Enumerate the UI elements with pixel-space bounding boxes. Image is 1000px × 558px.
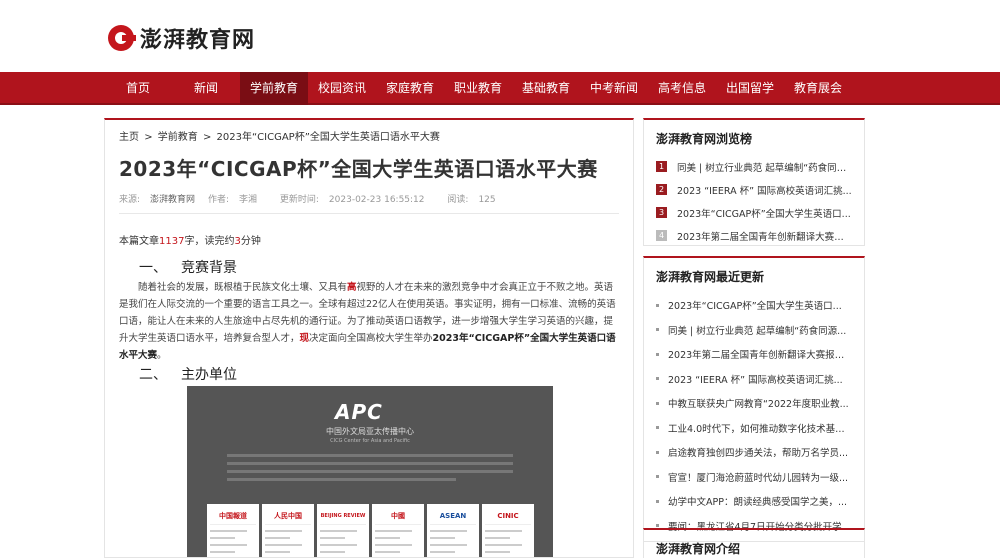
latest-panel: 澎湃教育网最近更新 2023年“CICGAP杯”全国大学生英语口... 同美 |…	[643, 256, 865, 542]
reading-stats: 本篇文章1137字，读完约3分钟	[119, 236, 261, 247]
intro-title: 澎湃教育网介绍	[656, 542, 741, 556]
article-reads: 125	[478, 195, 496, 205]
latest-item[interactable]: 2023年“CICGAP杯”全国大学生英语口...	[656, 293, 852, 318]
article-author: 李湘	[238, 195, 257, 205]
article-time: 2023-02-23 16:55:12	[328, 195, 425, 205]
article-paragraph: 随着社会的发展，既根植于民族文化土壤、又具有高视野的人才在未来的激烈竞争中才会真…	[119, 282, 616, 361]
char-count: 1137	[159, 236, 185, 247]
ranking-item[interactable]: 3 2023年“CICGAP杯”全国大学生英语口...	[656, 201, 852, 224]
nav-item-vocational[interactable]: 职业教育	[444, 72, 512, 105]
nav-item-campus[interactable]: 校园资讯	[308, 72, 376, 105]
breadcrumb-current: 2023年“CICGAP杯”全国大学生英语口语水平大赛	[216, 132, 440, 143]
nav-item-basic[interactable]: 基础教育	[512, 72, 580, 105]
organizer-poster-image: APC 中国外文局亚太传播中心 CICG Center for Asia and…	[187, 386, 553, 557]
article-title: 2023年“CICGAP杯”全国大学生英语口语水平大赛	[119, 157, 598, 181]
poster-card: 人民中国	[262, 504, 314, 557]
breadcrumb-sep: >	[202, 132, 212, 143]
apc-logo: APC	[335, 400, 383, 424]
nav-item-expo[interactable]: 教育展会	[784, 72, 852, 105]
poster-card: 中國	[372, 504, 424, 557]
article-meta: 来源: 澎湃教育网 作者: 李湘 更新时间: 2023-02-23 16:55:12 …	[119, 192, 619, 214]
latest-item[interactable]: 工业4.0时代下，如何推动数字化技术基础...	[656, 416, 852, 441]
main-nav: 首页 新闻 学前教育 校园资讯 家庭教育 职业教育 基础教育 中考新闻 高考信息…	[0, 72, 1000, 105]
ranking-item[interactable]: 4 2023年第二届全国青年创新翻译大赛报名...	[656, 224, 852, 247]
nav-item-abroad[interactable]: 出国留学	[716, 72, 784, 105]
nav-item-zhongkao[interactable]: 中考新闻	[580, 72, 648, 105]
article-source[interactable]: 澎湃教育网	[150, 195, 195, 205]
poster-card: BEIJING REVIEW	[317, 504, 369, 557]
section-heading: 二、 主办单位	[139, 367, 237, 383]
poster-card: 中国報道	[207, 504, 259, 557]
latest-item[interactable]: 官宣！厦门海沧蔚蓝时代幼儿园转为一级...	[656, 465, 852, 490]
breadcrumb-home[interactable]: 主页	[119, 132, 139, 143]
poster-card: ASEAN	[427, 504, 479, 557]
nav-item-family[interactable]: 家庭教育	[376, 72, 444, 105]
latest-item[interactable]: 幼学中文APP：朗读经典感受国学之美，...	[656, 489, 852, 514]
latest-item[interactable]: 启途教育独创四步通关法，帮助万名学员...	[656, 440, 852, 465]
section-heading: 一、 竞赛背景	[139, 260, 237, 276]
latest-item[interactable]: 2023 “IEERA 杯” 国际高校英语词汇挑...	[656, 367, 852, 392]
site-name: 澎湃教育网	[140, 28, 256, 53]
latest-item[interactable]: 同美 | 树立行业典范 起草编制“药食同源...	[656, 318, 852, 343]
nav-item-gaokao[interactable]: 高考信息	[648, 72, 716, 105]
nav-item-home[interactable]: 首页	[104, 72, 172, 105]
site-header: 澎湃教育网	[0, 0, 1000, 72]
ranking-panel: 澎湃教育网浏览榜 1 同美 | 树立行业典范 起草编制“药食同源... 2 2023…	[643, 118, 865, 246]
ranking-item[interactable]: 1 同美 | 树立行业典范 起草编制“药食同源...	[656, 155, 852, 178]
latest-item[interactable]: 中教互联获央广网教育“2022年度职业教...	[656, 391, 852, 416]
breadcrumb: 主页 > 学前教育 > 2023年“CICGAP杯”全国大学生英语口语水平大赛	[119, 128, 619, 143]
site-logo[interactable]: 澎湃教育网	[108, 22, 255, 54]
logo-icon	[108, 25, 136, 51]
ranking-item[interactable]: 2 2023 “IEERA 杯” 国际高校英语词汇挑...	[656, 178, 852, 201]
ranking-title: 澎湃教育网浏览榜	[656, 132, 753, 146]
article-panel: 主页 > 学前教育 > 2023年“CICGAP杯”全国大学生英语口语水平大赛 …	[104, 118, 634, 558]
nav-item-preschool[interactable]: 学前教育	[240, 72, 308, 105]
latest-title: 澎湃教育网最近更新	[656, 270, 765, 284]
breadcrumb-sep: >	[144, 132, 153, 143]
latest-item[interactable]: 2023年第二届全国青年创新翻译大赛报名...	[656, 342, 852, 367]
poster-card: CINIC	[482, 504, 534, 557]
poster-text-block	[227, 454, 513, 486]
intro-panel: 澎湃教育网介绍	[643, 528, 865, 558]
nav-item-news[interactable]: 新闻	[172, 72, 240, 105]
breadcrumb-category[interactable]: 学前教育	[158, 132, 198, 143]
